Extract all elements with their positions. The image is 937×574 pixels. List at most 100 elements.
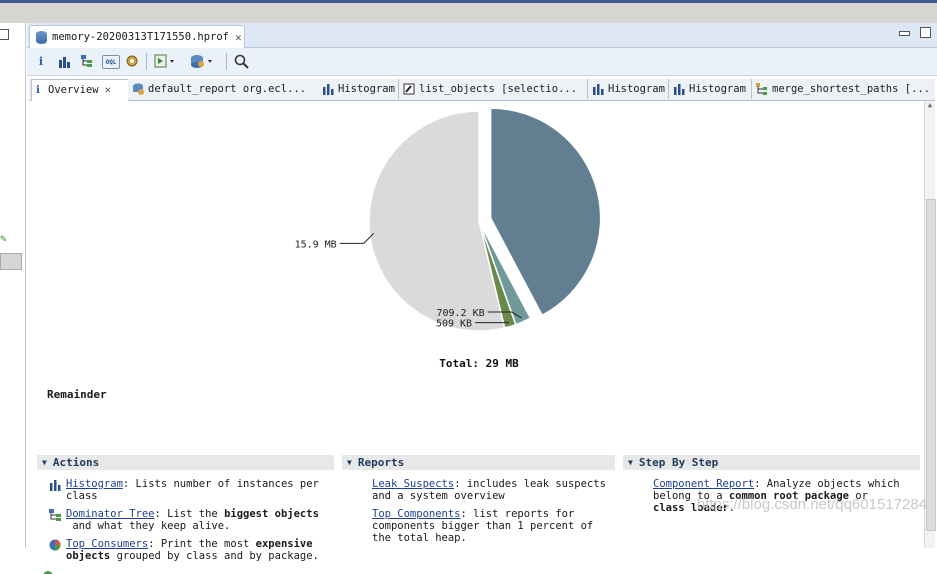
item-bold: objects [66, 550, 111, 562]
overview-content: 709.2 KB 509 KB 15.9 MB Total: 29 MB Remain… [29, 101, 922, 574]
top-consumers-link[interactable]: Top Consumers [66, 538, 148, 550]
item-text: and what they keep alive. [72, 520, 231, 532]
actions-header[interactable]: ▼ Actions [37, 455, 334, 470]
run-report-icon[interactable] [154, 53, 176, 69]
left-view-panel: ✎ [0, 23, 26, 548]
slice-label: 15.9 MB [295, 239, 337, 250]
component-report-link[interactable]: Component Report [653, 478, 754, 490]
info-icon: i [36, 84, 40, 96]
result-tab-bar: i Overview ✕ default_report org.ecl... H… [29, 79, 935, 101]
histogram-icon[interactable] [57, 53, 71, 69]
histogram-icon [673, 83, 685, 95]
minimize-icon[interactable] [0, 29, 9, 40]
tab-histogram-3[interactable]: Histogram [669, 79, 752, 99]
actions-panel: ▼ Actions Histogram: Lists number of inst… [37, 455, 334, 562]
dominator-tree-icon [49, 509, 61, 521]
leader-line [339, 233, 375, 244]
scrollbar-thumb[interactable] [926, 199, 936, 531]
info-icon[interactable]: i [35, 53, 47, 69]
heap-dump-settings-icon[interactable] [125, 53, 139, 69]
query-browser-icon[interactable] [190, 53, 214, 69]
workbench-toolbar-strip [0, 3, 937, 23]
item-text: components bigger than 1 percent of [372, 520, 594, 532]
histogram-icon [50, 480, 61, 491]
tab-merge-shortest-paths[interactable]: merge_shortest_paths [... [752, 79, 935, 99]
item-text: class [66, 490, 98, 502]
pin-icon[interactable]: ✎ [0, 232, 7, 245]
toolbar-separator [226, 53, 227, 70]
tab-histogram[interactable]: Histogram [318, 79, 399, 99]
top-consumers-icon [49, 539, 61, 551]
next-item-icon [43, 568, 53, 574]
item-text: and a system overview [372, 490, 505, 502]
close-icon[interactable]: ✕ [235, 31, 242, 44]
tab-default-report[interactable]: default_report org.ecl... [128, 79, 319, 99]
tab-histogram-2[interactable]: Histogram [588, 79, 669, 99]
list-objects-icon [403, 83, 415, 95]
item-text: : list reports for [460, 508, 575, 520]
maximize-editor-icon[interactable] [920, 27, 931, 38]
reports-panel: ▼ Reports Leak Suspects: includes leak su… [342, 455, 615, 544]
item-bold: biggest objects [224, 508, 319, 520]
pie-slice[interactable] [368, 110, 506, 332]
item-text: : Lists number of instances per [122, 478, 319, 490]
panel-title: Step By Step [638, 456, 719, 469]
collapse-icon: ▼ [628, 458, 633, 467]
item-text: : List the [154, 508, 225, 520]
tab-overview[interactable]: i Overview ✕ [31, 79, 129, 101]
action-histogram: Histogram: Lists number of instances per… [49, 478, 334, 502]
pie-chart: 709.2 KB509 KB 15.9 MB Total: 29 MB [295, 107, 602, 370]
top-components-link[interactable]: Top Components [372, 508, 461, 520]
item-bold: expensive [255, 538, 313, 550]
editor-toolbar: i OQL [27, 48, 937, 76]
item-text: : Print the most [148, 538, 256, 550]
watermark: https://blog.csdn.net/qq601517284 [696, 496, 927, 513]
collapsed-view-bar[interactable] [0, 253, 22, 270]
step-by-step-header[interactable]: ▼ Step By Step [623, 455, 920, 470]
leak-suspects-link[interactable]: Leak Suspects [372, 478, 454, 490]
toolbar-separator [146, 53, 147, 70]
report-leak-suspects: Leak Suspects: includes leak suspects an… [372, 478, 615, 502]
legend-remainder: Remainder [47, 388, 107, 401]
editor-tab-hprof[interactable]: memory-20200313T171550.hprof ✕ [29, 25, 245, 48]
tab-label: list_objects [selectio... [419, 83, 578, 95]
report-top-components: Top Components: list reports for compone… [372, 508, 615, 544]
merge-paths-icon [756, 83, 768, 95]
slice-label: 709.2 KB [436, 308, 484, 319]
collapse-icon: ▼ [42, 458, 47, 467]
panel-title: Actions [52, 456, 100, 469]
tab-label: default_report org.ecl... [148, 83, 307, 95]
collapse-icon: ▼ [347, 458, 352, 467]
dominator-tree-link[interactable]: Dominator Tree [66, 508, 155, 520]
panel-title: Reports [357, 456, 405, 469]
dominator-tree-icon[interactable] [80, 53, 94, 69]
minimize-editor-icon[interactable] [899, 31, 910, 36]
tab-label: Histogram [689, 83, 746, 95]
vertical-scrollbar[interactable]: ▲ [924, 101, 936, 548]
tab-list-objects[interactable]: list_objects [selectio... [399, 79, 588, 99]
action-dominator-tree: Dominator Tree: List the biggest objects… [49, 508, 334, 532]
scroll-up-icon[interactable]: ▲ [925, 101, 935, 111]
chart-total: Total: 29 MB [439, 357, 519, 370]
heap-dump-icon [36, 30, 47, 44]
close-icon[interactable]: ✕ [105, 84, 111, 96]
histogram-link[interactable]: Histogram [66, 478, 123, 490]
histogram-icon [322, 83, 334, 95]
item-text: : Analyze objects which [754, 478, 900, 490]
tab-label: merge_shortest_paths [... [772, 83, 931, 95]
search-icon[interactable] [233, 53, 249, 69]
item-text: grouped by class and by package. [110, 550, 319, 562]
tab-label: Histogram [608, 83, 665, 95]
reports-header[interactable]: ▼ Reports [342, 455, 615, 470]
editor-tab-bar: memory-20200313T171550.hprof ✕ [27, 23, 937, 48]
tab-label: Histogram [338, 83, 395, 95]
oql-icon[interactable]: OQL [102, 55, 120, 69]
histogram-icon [592, 83, 604, 95]
heap-dump-editor: memory-20200313T171550.hprof ✕ i OQL i O… [27, 23, 937, 574]
item-text: the total heap. [372, 532, 467, 544]
item-text: : includes leak suspects [454, 478, 606, 490]
report-icon [132, 83, 144, 95]
editor-tab-label: memory-20200313T171550.hprof [52, 31, 230, 43]
tab-label: Overview [48, 84, 99, 96]
action-top-consumers: Top Consumers: Print the most expensive … [49, 538, 334, 562]
